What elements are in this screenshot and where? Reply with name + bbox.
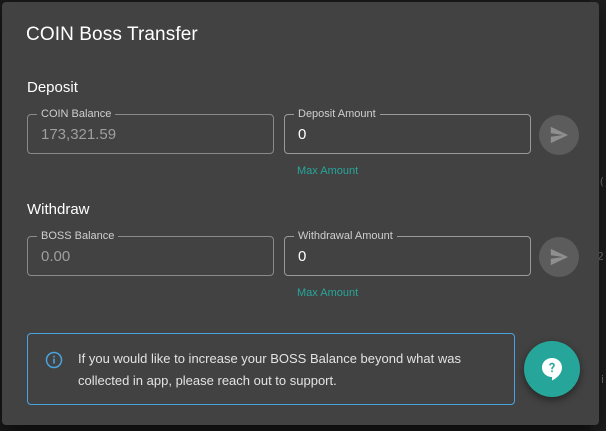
deposit-amount-value[interactable]: 0: [298, 126, 306, 143]
support-help-button[interactable]: [524, 341, 580, 397]
deposit-amount-input[interactable]: Deposit Amount 0: [284, 107, 531, 154]
backdrop-glyph: (: [599, 175, 604, 188]
info-icon: [45, 351, 63, 369]
coin-balance-label: COIN Balance: [37, 107, 116, 121]
withdraw-max-amount-link[interactable]: Max Amount: [297, 287, 358, 299]
withdraw-section-title: Withdraw: [27, 201, 90, 218]
coin-balance-value: 173,321.59: [41, 126, 117, 143]
withdrawal-amount-label: Withdrawal Amount: [294, 229, 397, 243]
backdrop-glyph: i: [600, 373, 604, 386]
send-icon: [550, 126, 568, 144]
info-alert: If you would like to increase your BOSS …: [27, 333, 515, 405]
help-chat-icon: [542, 358, 562, 381]
withdraw-send-button[interactable]: [539, 237, 579, 277]
boss-balance-field: BOSS Balance 0.00: [27, 229, 274, 276]
deposit-max-amount-link[interactable]: Max Amount: [297, 165, 358, 177]
dialog-title: COIN Boss Transfer: [26, 24, 198, 45]
info-alert-text: If you would like to increase your BOSS …: [78, 351, 461, 388]
transfer-dialog: COIN Boss Transfer Deposit COIN Balance …: [2, 2, 599, 425]
withdrawal-amount-input[interactable]: Withdrawal Amount 0: [284, 229, 531, 276]
coin-balance-field: COIN Balance 173,321.59: [27, 107, 274, 154]
boss-balance-label: BOSS Balance: [37, 229, 119, 243]
deposit-amount-label: Deposit Amount: [294, 107, 380, 121]
deposit-send-button[interactable]: [539, 115, 579, 155]
boss-balance-value: 0.00: [41, 248, 71, 265]
withdrawal-amount-value[interactable]: 0: [298, 248, 306, 265]
deposit-section-title: Deposit: [27, 79, 78, 96]
send-icon: [550, 248, 568, 266]
